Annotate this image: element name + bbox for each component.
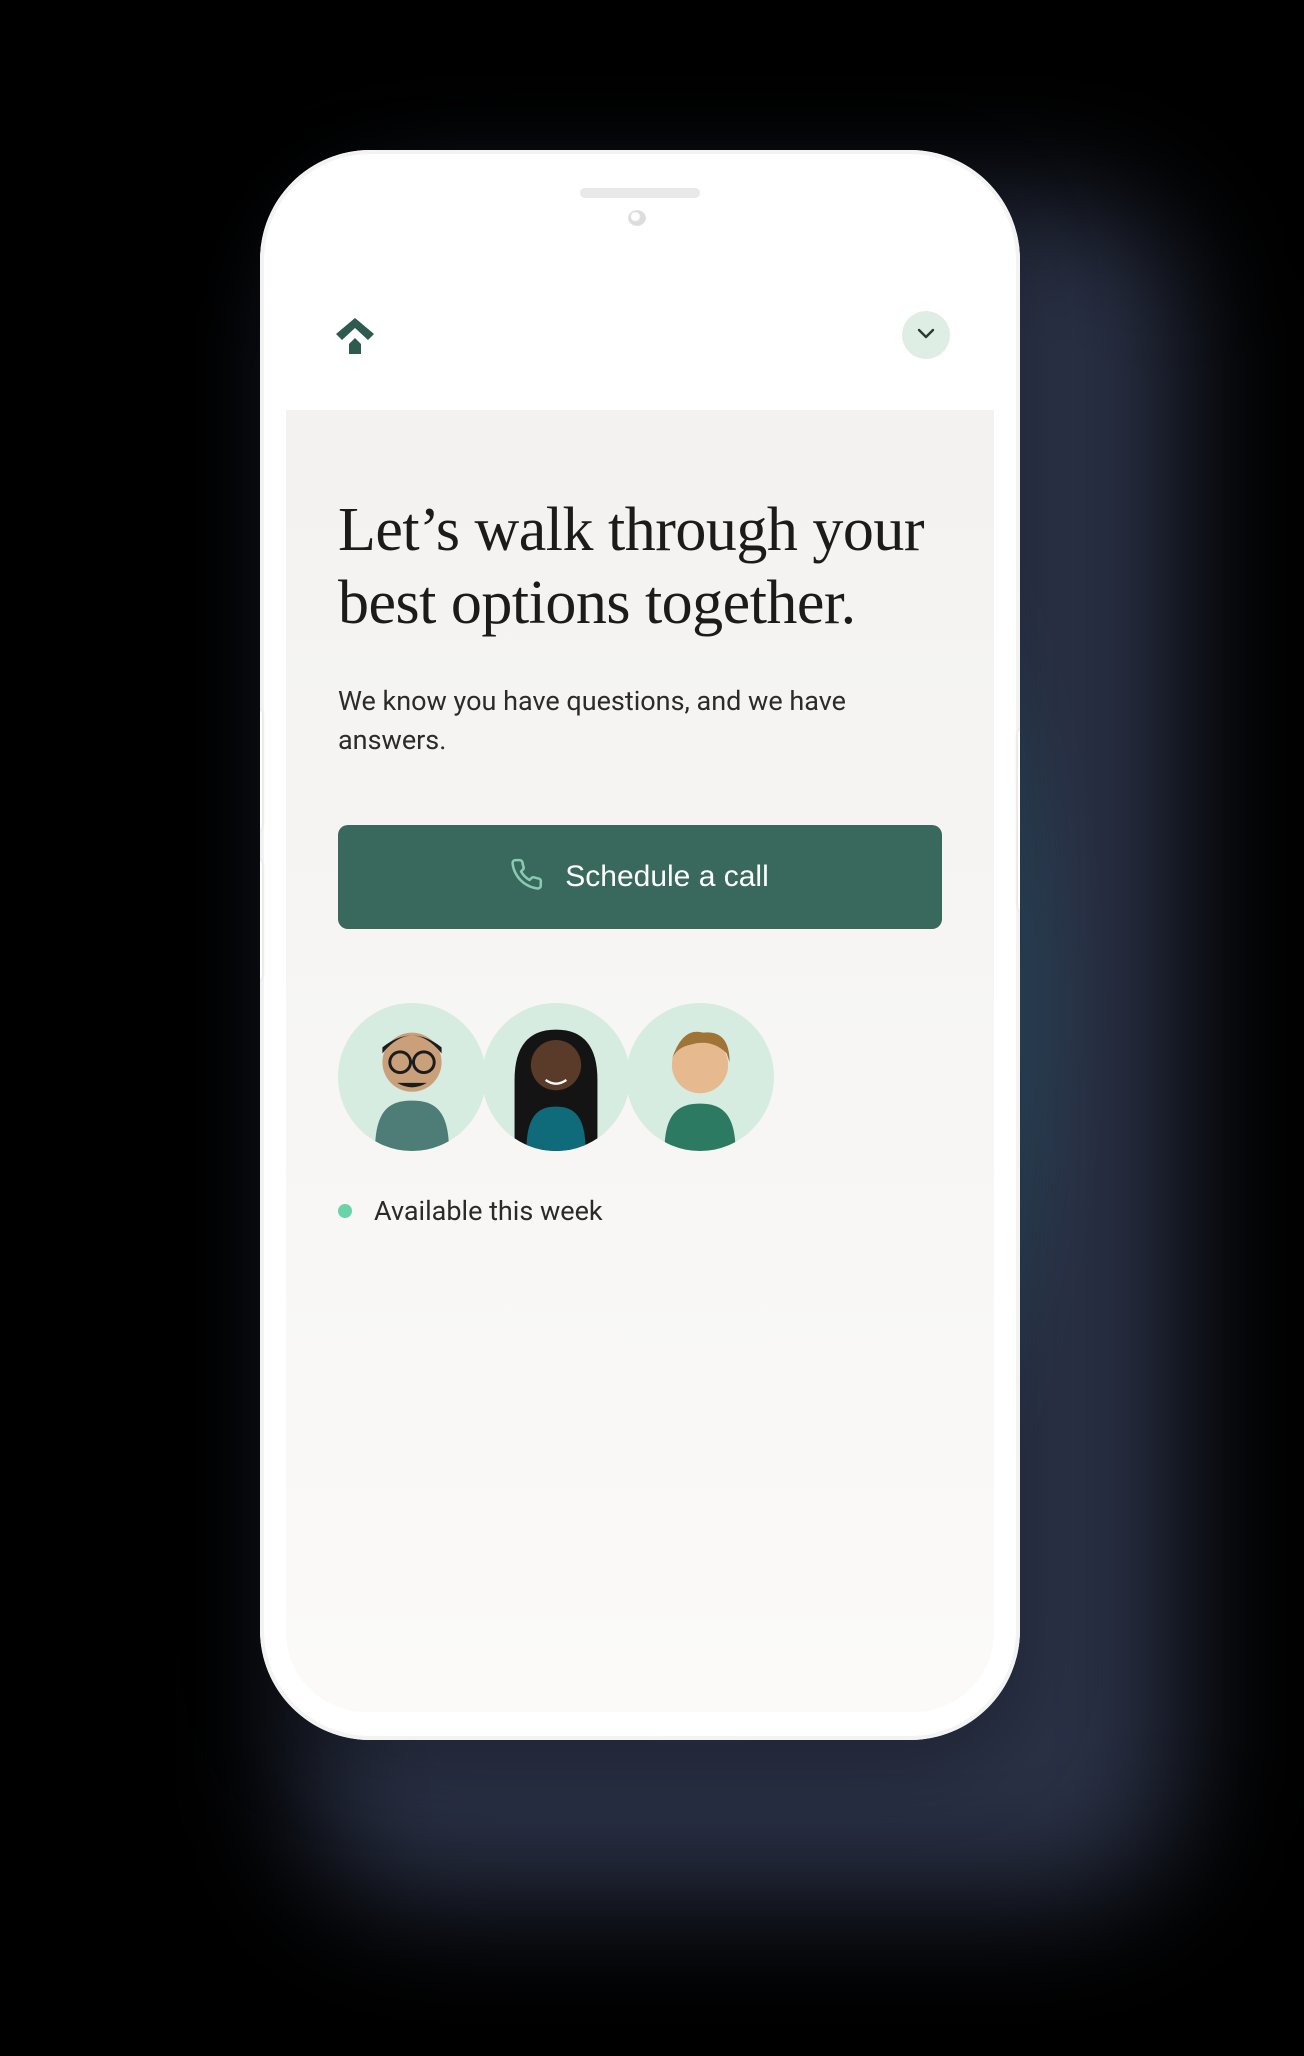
phone-device-frame: Let’s walk through your best options tog… [260,150,1020,1740]
power-button [1018,730,1020,910]
status-dot-icon [338,1204,352,1218]
availability-row: Available this week [338,1195,942,1227]
availability-text: Available this week [374,1195,603,1227]
chevron-down-icon [914,321,938,349]
volume-down-button [260,860,262,980]
advisor-avatar-1 [338,1003,486,1151]
app-header [286,260,994,410]
hero-subhead: We know you have questions, and we have … [338,682,898,760]
hero-headline: Let’s walk through your best options tog… [338,494,942,640]
front-camera [628,210,646,226]
volume-up-button [260,710,262,830]
house-roof-icon [330,310,380,360]
menu-dropdown-button[interactable] [902,311,950,359]
phone-screen: Let’s walk through your best options tog… [286,260,994,1712]
brand-logo[interactable] [330,310,380,360]
advisor-avatar-3 [626,1003,774,1151]
schedule-call-label: Schedule a call [565,860,768,894]
advisor-avatar-2 [482,1003,630,1151]
hero-section: Let’s walk through your best options tog… [286,410,994,1712]
speaker-slot [580,188,700,198]
advisor-avatars [338,1003,942,1151]
schedule-call-button[interactable]: Schedule a call [338,825,942,929]
phone-icon [511,858,545,895]
